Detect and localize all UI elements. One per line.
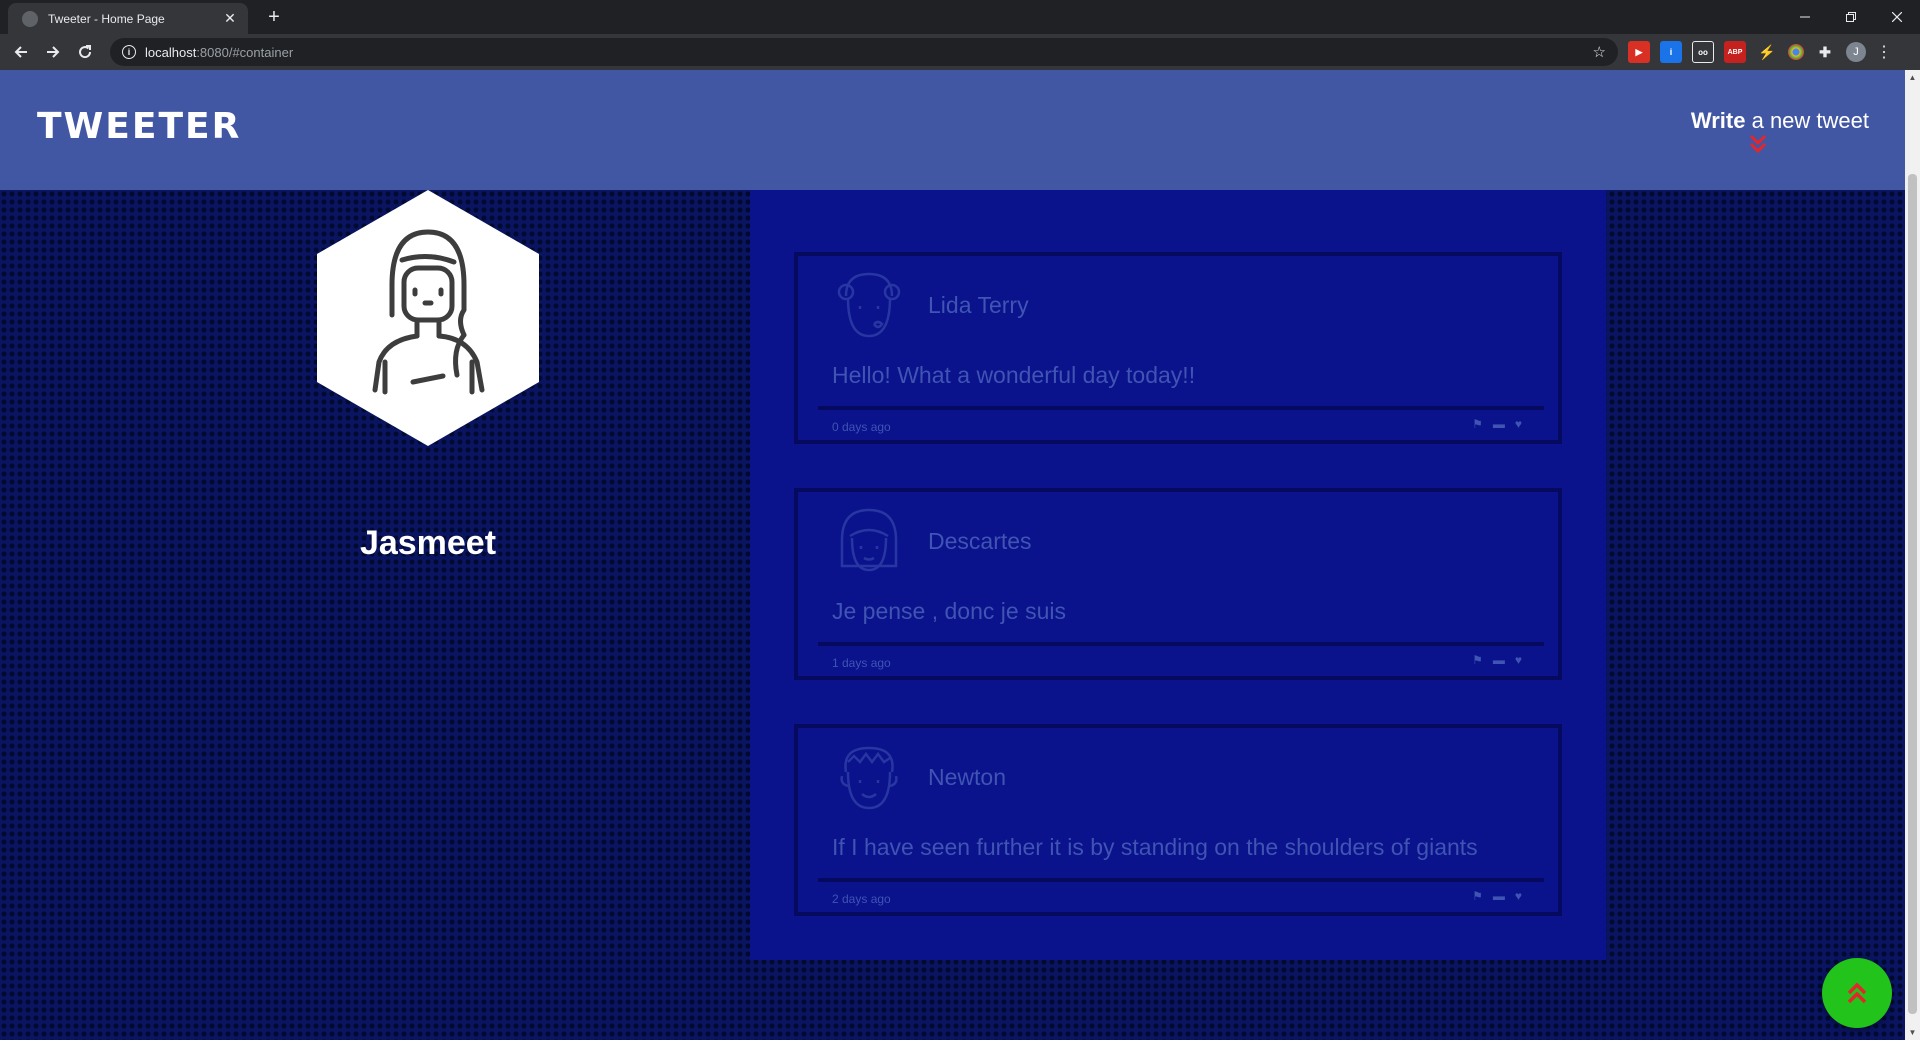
scrollbar-thumb[interactable] [1908, 174, 1917, 1014]
forward-button[interactable] [40, 39, 66, 65]
tweet-actions: ⚑ ▬ ♥ [1472, 418, 1522, 430]
bookmark-star-icon[interactable]: ☆ [1593, 43, 1606, 61]
puzzle-icon[interactable]: ✚ [1814, 41, 1836, 63]
back-button[interactable] [8, 39, 34, 65]
arrow-right-icon [47, 46, 60, 58]
profile-avatar-hexagon [317, 190, 539, 446]
close-icon [1892, 12, 1902, 22]
page-scrollbar[interactable]: ▲ ▼ [1905, 70, 1920, 1040]
compose-toggle-button[interactable]: Write a new tweet [1691, 108, 1869, 134]
close-window-button[interactable] [1874, 0, 1920, 34]
window-controls [1782, 0, 1920, 34]
site-info-icon[interactable]: i [122, 45, 136, 59]
reload-button[interactable] [72, 39, 98, 65]
new-tab-button[interactable]: + [260, 4, 288, 32]
info-extension-icon[interactable]: i [1660, 41, 1682, 63]
compose-label-strong: Write [1690, 108, 1746, 133]
tweet-feed: Lida Terry Hello! What a wonderful day t… [750, 190, 1606, 960]
chrome-extension-icon[interactable] [1788, 44, 1804, 60]
tweet-text: Hello! What a wonderful day today!! [832, 362, 1196, 388]
tweet-card: Descartes Je pense , donc je suis 1 days… [794, 488, 1562, 680]
tweet-timestamp: 0 days ago [832, 420, 891, 434]
browser-tab-bar: Tweeter - Home Page ✕ + [0, 0, 1920, 34]
tweet-card: Lida Terry Hello! What a wonderful day t… [794, 252, 1562, 444]
tweet-author-avatar-icon [837, 272, 901, 338]
retweet-icon[interactable]: ▬ [1493, 418, 1505, 430]
page-viewport: TWEETER Write a new tweet Jasmeet Lida T… [0, 70, 1905, 1040]
scroll-down-arrow-icon[interactable]: ▼ [1905, 1025, 1920, 1040]
tab-title: Tweeter - Home Page [48, 11, 165, 26]
browser-tab[interactable]: Tweeter - Home Page ✕ [8, 3, 248, 34]
url-path: :8080/#container [196, 44, 294, 60]
heart-icon[interactable]: ♥ [1515, 418, 1522, 430]
arrow-left-icon [14, 46, 27, 58]
glasses-extension-icon[interactable]: oo [1692, 41, 1714, 63]
retweet-icon[interactable]: ▬ [1493, 654, 1505, 666]
url-host: localhost [145, 44, 197, 60]
flag-icon[interactable]: ⚑ [1472, 418, 1483, 430]
tweet-divider [818, 878, 1544, 882]
heart-icon[interactable]: ♥ [1515, 654, 1522, 666]
scroll-up-arrow-icon[interactable]: ▲ [1905, 70, 1920, 85]
tweet-author: Descartes [928, 528, 1032, 554]
tweet-author: Newton [928, 764, 1006, 790]
restore-icon [1846, 12, 1856, 22]
tweet-card: Newton If I have seen further it is by s… [794, 724, 1562, 916]
site-header: TWEETER Write a new tweet [0, 70, 1905, 190]
tweet-timestamp: 2 days ago [832, 892, 891, 906]
double-chevron-down-icon[interactable] [1748, 134, 1768, 156]
tweet-divider [818, 642, 1544, 646]
reload-icon [79, 45, 92, 59]
browser-toolbar: i localhost :8080/#container ☆ ▶ i oo AB… [0, 34, 1920, 70]
minimize-icon [1800, 16, 1810, 18]
tweet-author-avatar-icon [840, 508, 898, 572]
double-chevron-up-icon [1847, 982, 1867, 1004]
pdf-extension-icon[interactable]: ▶ [1628, 41, 1650, 63]
compose-label-rest: a new tweet [1745, 108, 1869, 133]
tweet-text: Je pense , donc je suis [832, 598, 1066, 624]
tweet-actions: ⚑ ▬ ♥ [1472, 890, 1522, 902]
browser-menu-icon[interactable]: ⋮ [1876, 42, 1892, 62]
profile-avatar-icon [317, 190, 539, 446]
site-logo[interactable]: TWEETER [37, 106, 241, 147]
profile-panel: Jasmeet [317, 190, 539, 563]
flag-icon[interactable]: ⚑ [1472, 890, 1483, 902]
page-favicon-icon [22, 10, 38, 27]
profile-avatar[interactable]: J [1846, 42, 1866, 62]
acrobat-extension-icon[interactable]: ⚡ [1756, 41, 1778, 63]
restore-button[interactable] [1828, 0, 1874, 34]
close-tab-icon[interactable]: ✕ [222, 10, 238, 27]
extensions-bar: ▶ i oo ABP ⚡ ✚ J ⋮ [1628, 41, 1892, 63]
address-bar[interactable]: i localhost :8080/#container ☆ [110, 38, 1618, 66]
adblock-extension-icon[interactable]: ABP [1724, 41, 1746, 63]
tweet-text: If I have seen further it is by standing… [832, 834, 1478, 860]
tweet-divider [818, 406, 1544, 410]
minimize-button[interactable] [1782, 0, 1828, 34]
tweet-timestamp: 1 days ago [832, 656, 891, 670]
tweet-author-avatar-icon [840, 746, 898, 810]
flag-icon[interactable]: ⚑ [1472, 654, 1483, 666]
profile-username: Jasmeet [359, 524, 497, 562]
retweet-icon[interactable]: ▬ [1493, 890, 1505, 902]
heart-icon[interactable]: ♥ [1515, 890, 1522, 902]
tweet-author: Lida Terry [928, 292, 1029, 318]
tweet-actions: ⚑ ▬ ♥ [1472, 654, 1522, 666]
scroll-to-top-button[interactable] [1822, 958, 1892, 1028]
